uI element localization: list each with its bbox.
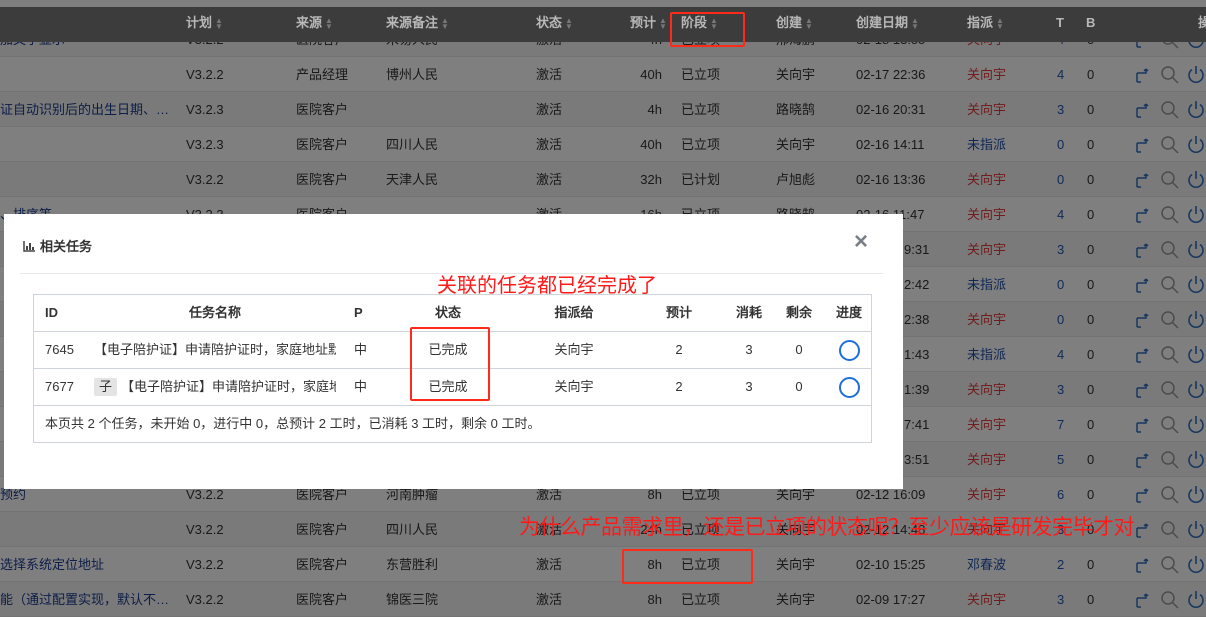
modal-title-text: 相关任务 bbox=[40, 239, 93, 254]
col-label: 创建 bbox=[776, 15, 803, 30]
col-status[interactable]: 状态 ▲ ▼ bbox=[536, 7, 573, 39]
col-id: ID bbox=[45, 305, 58, 320]
sort-icon: ▲ ▼ bbox=[996, 15, 1004, 31]
task-estimate: 2 bbox=[675, 342, 683, 357]
col-estimate: 预计 bbox=[665, 305, 692, 320]
task-id: 7645 bbox=[45, 342, 74, 357]
col-plan[interactable]: 计划 ▲ ▼ bbox=[186, 7, 223, 39]
bar-chart-icon bbox=[23, 240, 35, 252]
col-creator[interactable]: 创建 ▲ ▼ bbox=[776, 7, 813, 39]
annotation-box-task-status bbox=[410, 327, 490, 401]
col-progress: 进度 bbox=[835, 305, 862, 320]
col-source-note[interactable]: 来源备注 ▲ ▼ bbox=[386, 7, 449, 39]
sort-icon: ▲ ▼ bbox=[215, 15, 223, 31]
close-icon[interactable]: × bbox=[854, 228, 868, 256]
annotation-box-stage-header bbox=[670, 12, 745, 47]
progress-ring-icon bbox=[824, 332, 874, 368]
subtask-badge: 子 bbox=[94, 378, 118, 396]
col-label: 指派 bbox=[967, 15, 994, 30]
sort-icon: ▲ ▼ bbox=[805, 15, 813, 31]
col-label: 来源备注 bbox=[386, 15, 439, 30]
modal-title: 相关任务 bbox=[23, 236, 92, 255]
col-source[interactable]: 来源 ▲ ▼ bbox=[296, 7, 333, 39]
sort-icon: ▲ ▼ bbox=[325, 15, 333, 31]
task-name-link[interactable]: 【电子陪护证】申请陪护证时，家庭地址默 bbox=[94, 332, 336, 368]
task-priority: 中 bbox=[354, 342, 368, 357]
task-assignee: 关向宇 bbox=[554, 342, 594, 357]
task-priority: 中 bbox=[354, 379, 368, 394]
tasks-summary: 本页共 2 个任务，未开始 0，进行中 0，总预计 2 工时，已消耗 3 工时，… bbox=[45, 416, 541, 431]
col-assignee[interactable]: 指派 ▲ ▼ bbox=[967, 7, 1004, 39]
col-actions: 操 bbox=[1198, 15, 1206, 30]
progress-ring-icon bbox=[824, 369, 874, 405]
col-consumed: 消耗 bbox=[735, 305, 762, 320]
col-task-name: 任务名称 bbox=[188, 305, 241, 320]
task-estimate: 2 bbox=[675, 379, 683, 394]
annotation-modal-note: 关联的任务都已经完成了 bbox=[437, 275, 657, 297]
task-name: 【电子陪护证】申请陪护证时，家庭地址 bbox=[121, 379, 336, 394]
col-left: 剩余 bbox=[785, 305, 812, 320]
task-consumed: 3 bbox=[745, 379, 753, 394]
task-id: 7677 bbox=[45, 379, 74, 394]
col-label: 创建日期 bbox=[856, 15, 909, 30]
col-status: 状态 bbox=[434, 305, 461, 320]
sort-icon: ▲ ▼ bbox=[441, 15, 449, 31]
task-name: 【电子陪护证】申请陪护证时，家庭地址默 bbox=[94, 342, 336, 357]
col-label: 来源 bbox=[296, 15, 323, 30]
col-label: 预计 bbox=[630, 15, 657, 30]
sort-icon: ▲ ▼ bbox=[911, 15, 919, 31]
col-label: 计划 bbox=[186, 15, 213, 30]
task-consumed: 3 bbox=[745, 342, 753, 357]
annotation-bottom-note: 为什么产品需求里，还是已立项的状态呢？至少应该是研发完毕才对 bbox=[519, 516, 1135, 539]
sort-icon: ▲ ▼ bbox=[659, 15, 667, 31]
col-assigned-to: 指派给 bbox=[554, 305, 594, 320]
task-left: 0 bbox=[795, 379, 803, 394]
col-label: 状态 bbox=[536, 15, 563, 30]
col-priority: P bbox=[354, 305, 363, 320]
table-header: 计划 ▲ ▼ 来源 ▲ ▼ 来源备注 ▲ ▼ 状态 ▲ ▼ 预计 ▲ ▼ 阶段 ▲ ▼ 创建 ▲ ▼ 创建日… bbox=[0, 7, 1206, 42]
col-b: B bbox=[1086, 15, 1096, 30]
annotation-box-stage-cell bbox=[622, 549, 753, 584]
task-name-link[interactable]: 子【电子陪护证】申请陪护证时，家庭地址 bbox=[94, 369, 336, 405]
col-t: T bbox=[1056, 15, 1064, 30]
task-assignee: 关向宇 bbox=[554, 379, 594, 394]
sort-icon: ▲ ▼ bbox=[565, 15, 573, 31]
col-created-date[interactable]: 创建日期 ▲ ▼ bbox=[856, 7, 919, 39]
col-estimate[interactable]: 预计 ▲ ▼ bbox=[630, 7, 667, 39]
task-left: 0 bbox=[795, 342, 803, 357]
